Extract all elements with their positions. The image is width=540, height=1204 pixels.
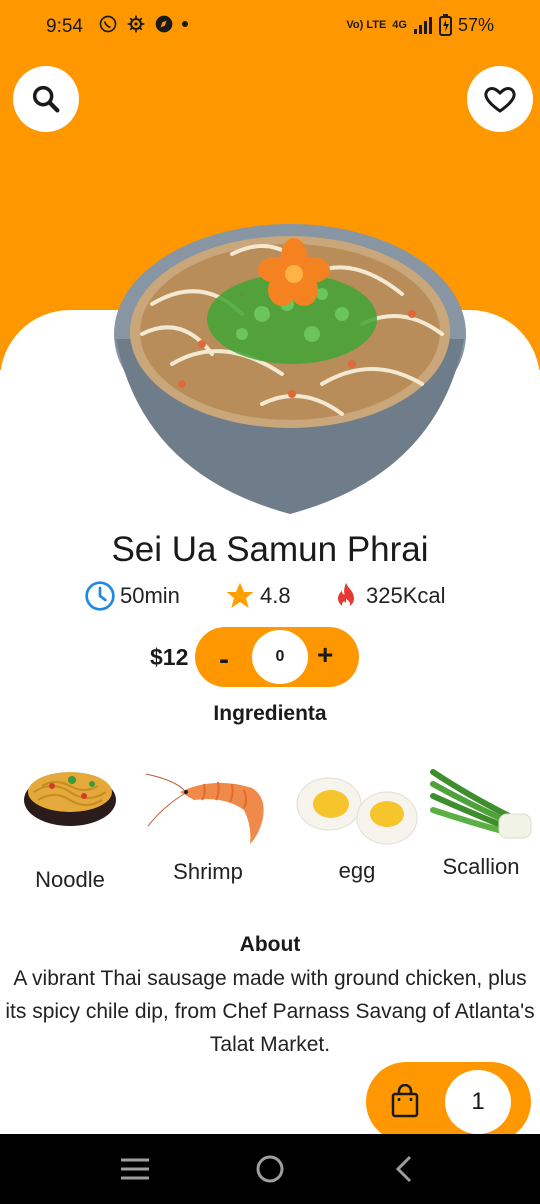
battery-percentage: 57% (457, 14, 494, 35)
search-button[interactable] (13, 66, 79, 132)
compass-icon (155, 15, 173, 33)
network-type: 4G (392, 19, 407, 31)
about-title: About (239, 933, 301, 956)
heart-icon (484, 86, 516, 113)
notification-icons (98, 14, 188, 34)
scallion-image (430, 769, 532, 839)
egg-image (296, 777, 418, 845)
ingredient-label: Noodle (35, 867, 105, 892)
rating-value: 4.8 (260, 583, 291, 608)
signal-icon (413, 17, 432, 34)
ingredient-label: Shrimp (173, 859, 243, 884)
rating-stat: 4.8 (224, 580, 291, 612)
clock-icon (85, 581, 115, 611)
ingredient-item-shrimp[interactable]: Shrimp (142, 766, 274, 886)
ingredient-label: egg (338, 858, 376, 883)
favorite-button[interactable] (467, 66, 533, 132)
time-value: 50min (120, 583, 180, 608)
more-notifications-dot (182, 21, 188, 27)
settings-icon (127, 15, 145, 33)
cart-button[interactable]: 1 (366, 1062, 531, 1142)
system-navigation-bar (0, 1134, 540, 1204)
status-time: 9:54 (46, 16, 83, 37)
quantity-value: 0 (252, 630, 308, 684)
ingredient-item-scallion[interactable]: Scallion (428, 766, 534, 884)
ingredient-item-noodle[interactable]: Noodle (18, 756, 122, 896)
about-description: A vibrant Thai sausage made with ground … (5, 967, 535, 1056)
flame-icon (338, 582, 354, 608)
whatsapp-icon (99, 15, 117, 33)
recent-apps-icon[interactable] (119, 1157, 151, 1181)
search-icon (32, 85, 60, 113)
cart-count: 1 (445, 1070, 511, 1134)
calories-stat: 325Kcal (330, 580, 446, 612)
ingredients-title: Ingredienta (213, 702, 327, 725)
dish-image (114, 224, 466, 514)
decrease-button[interactable]: - (219, 645, 229, 675)
home-icon[interactable] (255, 1154, 285, 1184)
time-stat: 50min (84, 580, 180, 612)
quantity-stepper: - 0 + (195, 627, 359, 687)
volte-indicator: Vo) LTE (346, 19, 387, 31)
back-icon[interactable] (394, 1154, 414, 1184)
dish-stats: 50min 4.8 325Kcal (0, 580, 540, 612)
dish-title: Sei Ua Samun Phrai (111, 530, 429, 569)
dish-price: $12 (150, 644, 189, 670)
increase-button[interactable]: + (317, 641, 333, 669)
ingredient-item-egg[interactable]: egg (294, 774, 420, 886)
shopping-bag-icon (391, 1084, 419, 1118)
shrimp-image (145, 773, 264, 844)
battery-icon (438, 14, 452, 36)
noodle-image (24, 772, 116, 826)
star-icon (226, 582, 254, 608)
system-status: Vo) LTE 4G 57% (346, 14, 494, 36)
ingredient-label: Scallion (442, 854, 520, 879)
status-bar: 9:54 Vo) LTE 4G 57% (0, 0, 540, 54)
calories-value: 325Kcal (366, 583, 446, 608)
